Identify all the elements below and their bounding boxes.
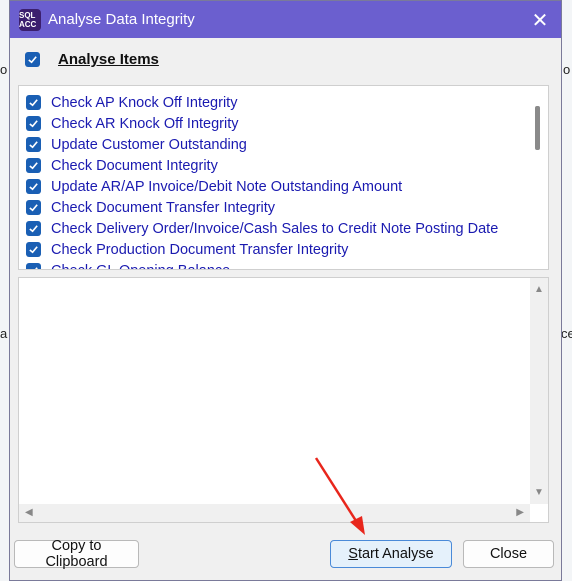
analysis-log-area[interactable]: ▲ ▼ ◀ ▶ (18, 277, 549, 523)
analyse-item-label: Check Production Document Transfer Integ… (51, 241, 349, 258)
check-icon (29, 246, 38, 254)
check-icon (29, 162, 38, 170)
analyse-item-checkbox[interactable] (26, 116, 41, 131)
check-icon (29, 141, 38, 149)
window-title: Analyse Data Integrity (48, 11, 195, 28)
analyse-item-row[interactable]: Check Delivery Order/Invoice/Cash Sales … (26, 218, 498, 239)
copy-to-clipboard-button[interactable]: Copy to Clipboard (14, 538, 139, 570)
analyse-item-checkbox[interactable] (26, 179, 41, 194)
scroll-up-arrow-icon[interactable]: ▲ (534, 284, 544, 295)
start-analyse-label: tart Analyse (357, 546, 434, 562)
analyse-item-checkbox[interactable] (26, 200, 41, 215)
analyse-item-label: Update AR/AP Invoice/Debit Note Outstand… (51, 178, 403, 195)
select-all-checkbox[interactable] (25, 52, 40, 67)
analyse-item-label: Check GL Opening Balance (51, 263, 230, 270)
analyse-item-checkbox[interactable] (26, 95, 41, 110)
log-vertical-scrollbar[interactable]: ▲ ▼ (530, 278, 548, 504)
background-text: a (0, 326, 8, 341)
background-text: ce (561, 326, 572, 341)
log-horizontal-scrollbar[interactable]: ◀ ▶ (19, 504, 530, 522)
check-icon (29, 183, 38, 191)
analyse-item-checkbox[interactable] (26, 137, 41, 152)
analyse-item-row[interactable]: Update AR/AP Invoice/Debit Note Outstand… (26, 176, 402, 197)
start-analyse-mnemonic: S (348, 546, 358, 562)
scroll-left-arrow-icon[interactable]: ◀ (25, 507, 33, 518)
check-icon (28, 56, 37, 64)
analyse-item-checkbox[interactable] (26, 158, 41, 173)
analyse-item-row[interactable]: Check Document Integrity (26, 155, 218, 176)
start-analyse-button[interactable]: Start Analyse (330, 540, 452, 568)
scroll-right-arrow-icon[interactable]: ▶ (516, 507, 524, 518)
title-bar[interactable]: SQL ACC Analyse Data Integrity ✕ (10, 1, 561, 38)
background-text: o (563, 62, 571, 77)
analyse-item-label: Check Document Integrity (51, 157, 218, 174)
analyse-item-row[interactable]: Check Production Document Transfer Integ… (26, 239, 348, 260)
app-logo-icon: SQL ACC (19, 8, 41, 31)
analyse-item-checkbox[interactable] (26, 263, 41, 269)
check-icon (29, 120, 38, 128)
analyse-item-label: Check Document Transfer Integrity (51, 199, 276, 216)
background-app-right: o ce (561, 0, 572, 581)
check-icon (29, 204, 38, 212)
close-button[interactable]: Close (463, 540, 554, 568)
analyse-item-row[interactable]: Check GL Opening Balance (26, 260, 230, 270)
analyse-items-list[interactable]: Check AP Knock Off Integrity Check AR Kno… (18, 85, 549, 270)
analyse-item-row[interactable]: Update Customer Outstanding (26, 134, 247, 155)
close-window-button[interactable]: ✕ (527, 7, 553, 33)
analyse-item-row[interactable]: Check AR Knock Off Integrity (26, 113, 239, 134)
analyse-item-label: Check AR Knock Off Integrity (51, 115, 239, 132)
analyse-item-row[interactable]: Check AP Knock Off Integrity (26, 92, 237, 113)
analyse-data-integrity-dialog: SQL ACC Analyse Data Integrity ✕ Analyse… (9, 0, 562, 581)
check-icon (29, 225, 38, 233)
check-icon (29, 99, 38, 107)
analyse-item-label: Update Customer Outstanding (51, 136, 247, 153)
background-text: o (0, 62, 8, 77)
analyse-item-label: Check Delivery Order/Invoice/Cash Sales … (51, 220, 499, 237)
analyse-items-header: Analyse Items (25, 51, 159, 68)
analyse-item-checkbox[interactable] (26, 242, 41, 257)
analyse-item-row[interactable]: Check Document Transfer Integrity (26, 197, 275, 218)
analyse-item-checkbox[interactable] (26, 221, 41, 236)
background-app-left: o a (0, 0, 9, 581)
list-scrollbar-thumb[interactable] (535, 106, 540, 150)
scroll-down-arrow-icon[interactable]: ▼ (534, 487, 544, 498)
analyse-items-label: Analyse Items (58, 51, 159, 68)
check-icon (35, 267, 38, 269)
analyse-item-label: Check AP Knock Off Integrity (51, 94, 238, 111)
